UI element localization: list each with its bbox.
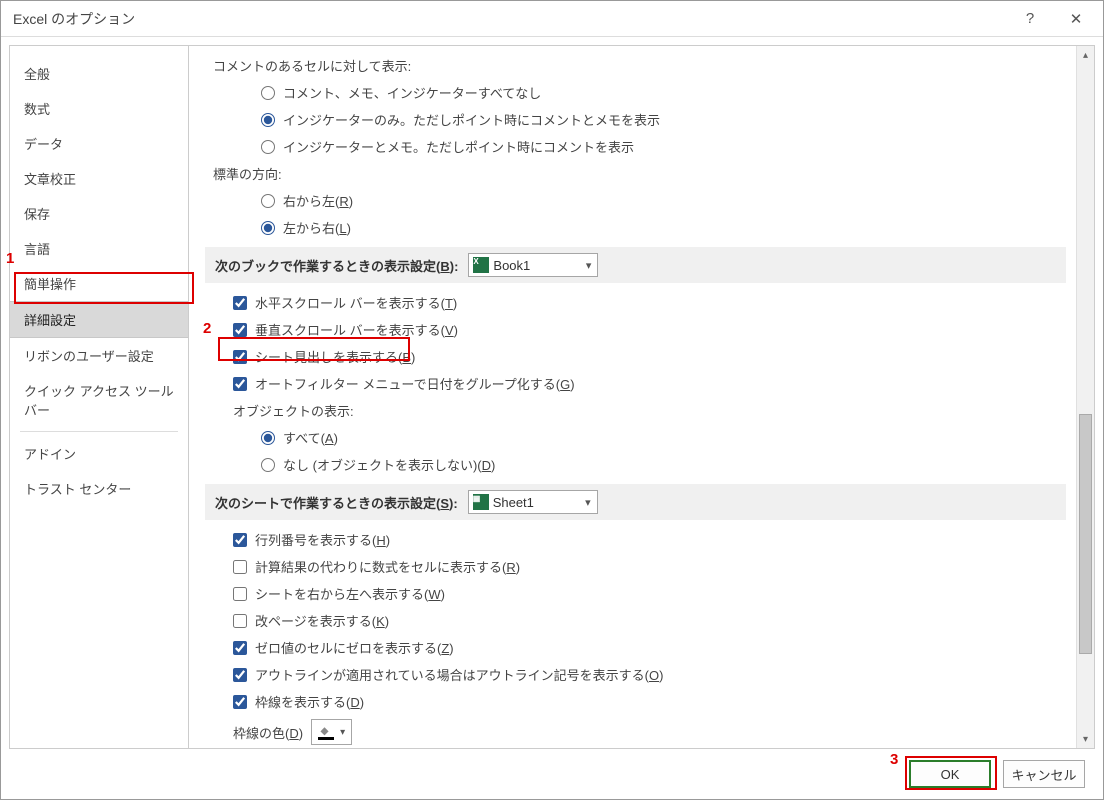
sidebar-item-advanced[interactable]: 詳細設定	[10, 301, 188, 338]
checkbox-autofilter[interactable]	[233, 377, 247, 391]
book-selector[interactable]: XBook1	[468, 253, 598, 277]
dialog-title: Excel のオプション	[13, 9, 1007, 29]
sidebar-item-trust[interactable]: トラスト センター	[10, 471, 188, 506]
check-outline[interactable]: アウトラインが適用されている場合はアウトライン記号を表示する(O)	[205, 661, 1066, 688]
sidebar-item-ribbon[interactable]: リボンのユーザー設定	[10, 338, 188, 373]
checkbox-zero[interactable]	[233, 641, 247, 655]
radio-comment-indicator[interactable]	[261, 113, 275, 127]
direction-ltr[interactable]: 左から右(L)	[205, 214, 1066, 241]
sidebar-item-addins[interactable]: アドイン	[10, 436, 188, 471]
sidebar-item-general[interactable]: 全般	[10, 56, 188, 91]
check-vscroll[interactable]: 垂直スクロール バーを表示する(V)	[205, 316, 1066, 343]
check-rtl-sheet[interactable]: シートを右から左へ表示する(W)	[205, 580, 1066, 607]
gridline-color-row: 枠線の色(D) ▾	[205, 715, 1066, 748]
sidebar-item-qat[interactable]: クイック アクセス ツール バー	[10, 373, 188, 427]
comment-opt-none[interactable]: コメント、メモ、インジケーターすべてなし	[205, 79, 1066, 106]
objects-none[interactable]: なし (オブジェクトを表示しない)(D)	[205, 451, 1066, 478]
objects-heading: オブジェクトの表示:	[205, 397, 1066, 424]
check-pagebreak[interactable]: 改ページを表示する(K)	[205, 607, 1066, 634]
sidebar-item-proofing[interactable]: 文章校正	[10, 161, 188, 196]
checkbox-headers[interactable]	[233, 533, 247, 547]
scroll-track[interactable]	[1077, 64, 1094, 730]
checkbox-rtl-sheet[interactable]	[233, 587, 247, 601]
check-hscroll[interactable]: 水平スクロール バーを表示する(T)	[205, 289, 1066, 316]
radio-comment-memo[interactable]	[261, 140, 275, 154]
sidebar-item-save[interactable]: 保存	[10, 196, 188, 231]
excel-sheet-icon: ▦	[473, 494, 489, 510]
sheet-selector[interactable]: ▦Sheet1	[468, 490, 598, 514]
comment-opt-indicator[interactable]: インジケーターのみ。ただしポイント時にコメントとメモを表示	[205, 106, 1066, 133]
scroll-thumb[interactable]	[1079, 414, 1092, 654]
book-display-section: 次のブックで作業するときの表示設定(B): XBook1	[205, 247, 1066, 283]
checkbox-vscroll[interactable]	[233, 323, 247, 337]
check-headers[interactable]: 行列番号を表示する(H)	[205, 526, 1066, 553]
check-zero[interactable]: ゼロ値のセルにゼロを表示する(Z)	[205, 634, 1066, 661]
checkbox-sheet-tabs[interactable]	[233, 350, 247, 364]
dialog-footer: OK キャンセル	[1, 749, 1103, 799]
ok-button[interactable]: OK	[909, 760, 991, 788]
check-formulas[interactable]: 計算結果の代わりに数式をセルに表示する(R)	[205, 553, 1066, 580]
radio-dir-ltr[interactable]	[261, 221, 275, 235]
checkbox-formulas[interactable]	[233, 560, 247, 574]
checkbox-hscroll[interactable]	[233, 296, 247, 310]
help-button[interactable]: ?	[1007, 2, 1053, 36]
sidebar-item-formulas[interactable]: 数式	[10, 91, 188, 126]
options-panel: コメントのあるセルに対して表示: コメント、メモ、インジケーターすべてなし イン…	[189, 46, 1076, 748]
direction-heading: 標準の方向:	[205, 160, 1066, 187]
radio-objects-none[interactable]	[261, 458, 275, 472]
comment-display-heading: コメントのあるセルに対して表示:	[205, 52, 1066, 79]
title-bar: Excel のオプション ? ✕	[1, 1, 1103, 37]
check-autofilter-group[interactable]: オートフィルター メニューで日付をグループ化する(G)	[205, 370, 1066, 397]
cancel-button[interactable]: キャンセル	[1003, 760, 1085, 788]
checkbox-pagebreak[interactable]	[233, 614, 247, 628]
vertical-scrollbar[interactable]: ▴ ▾	[1076, 46, 1094, 748]
gridline-color-picker[interactable]: ▾	[311, 719, 352, 745]
check-sheet-tabs[interactable]: シート見出しを表示する(B)	[205, 343, 1066, 370]
paint-bucket-icon	[318, 724, 334, 740]
comment-opt-memo[interactable]: インジケーターとメモ。ただしポイント時にコメントを表示	[205, 133, 1066, 160]
scroll-up-icon[interactable]: ▴	[1077, 46, 1094, 64]
checkbox-gridlines[interactable]	[233, 695, 247, 709]
sidebar-item-ease[interactable]: 簡単操作	[10, 266, 188, 301]
sidebar-item-data[interactable]: データ	[10, 126, 188, 161]
objects-all[interactable]: すべて(A)	[205, 424, 1066, 451]
checkbox-outline[interactable]	[233, 668, 247, 682]
excel-file-icon: X	[473, 257, 489, 273]
close-button[interactable]: ✕	[1053, 2, 1099, 36]
dropdown-caret-icon: ▾	[340, 727, 345, 738]
sheet-display-section: 次のシートで作業するときの表示設定(S): ▦Sheet1	[205, 484, 1066, 520]
sidebar-item-language[interactable]: 言語	[10, 231, 188, 266]
scroll-down-icon[interactable]: ▾	[1077, 730, 1094, 748]
radio-comment-none[interactable]	[261, 86, 275, 100]
radio-objects-all[interactable]	[261, 431, 275, 445]
direction-rtl[interactable]: 右から左(R)	[205, 187, 1066, 214]
check-gridlines[interactable]: 枠線を表示する(D)	[205, 688, 1066, 715]
sidebar-separator	[20, 431, 178, 432]
category-sidebar: 全般 数式 データ 文章校正 保存 言語 簡単操作 詳細設定 リボンのユーザー設…	[9, 45, 189, 749]
radio-dir-rtl[interactable]	[261, 194, 275, 208]
